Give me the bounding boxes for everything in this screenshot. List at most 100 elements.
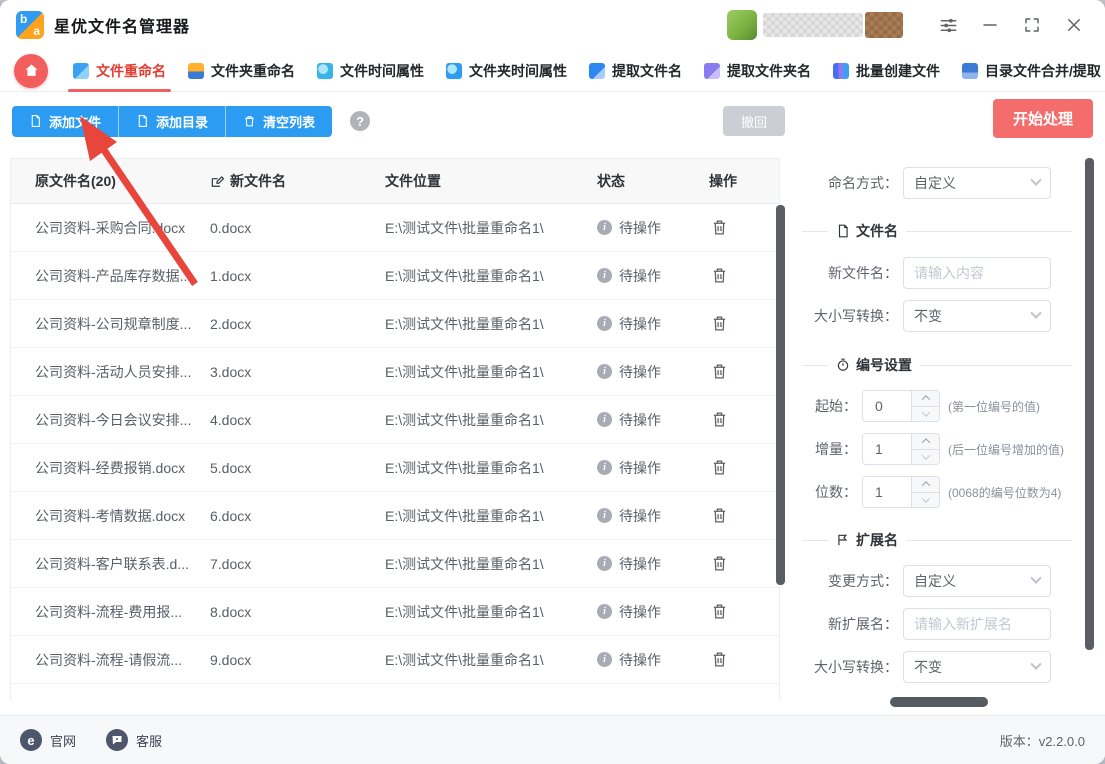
flag-icon bbox=[838, 534, 848, 546]
support-link[interactable]: 客服 bbox=[106, 729, 162, 751]
increment-input[interactable] bbox=[863, 434, 911, 464]
delete-row-button[interactable] bbox=[709, 697, 730, 700]
ext-case-select[interactable]: 不变 bbox=[903, 651, 1051, 683]
trash-icon bbox=[713, 652, 726, 667]
spinner-down-button[interactable] bbox=[912, 448, 939, 465]
cell-original-name: 公司资料-产品库存数据... bbox=[35, 267, 192, 284]
delete-row-button[interactable] bbox=[709, 409, 730, 430]
delete-row-button[interactable] bbox=[709, 361, 730, 382]
cell-status: i 待操作 bbox=[597, 314, 709, 334]
cell-location: E:\测试文件\批量重命名1\ bbox=[385, 315, 544, 332]
logo-letter-b: b bbox=[20, 12, 28, 26]
tab-batch-create[interactable]: 批量创建文件 bbox=[822, 50, 951, 92]
spinner-down-button[interactable] bbox=[912, 491, 939, 508]
close-button[interactable] bbox=[1059, 10, 1089, 40]
spinner-up-button[interactable] bbox=[912, 477, 939, 492]
info-icon: i bbox=[597, 316, 612, 331]
settings-sliders-icon[interactable] bbox=[933, 10, 963, 40]
table-row: 公司资料-流程-费用报... 8.docx E:\测试文件\批量重命名1\ i待… bbox=[11, 588, 779, 636]
info-icon: i bbox=[597, 604, 612, 619]
delete-row-button[interactable] bbox=[709, 313, 730, 334]
cell-original-name: 公司资料-考情数据.docx bbox=[35, 507, 186, 524]
tab-folder-rename[interactable]: 文件夹重命名 bbox=[177, 50, 306, 92]
ext-mode-label: 变更方式： bbox=[828, 573, 898, 589]
ext-mode-select[interactable]: 自定义 bbox=[903, 565, 1051, 597]
digits-hint: (0068的编号位数为4) bbox=[948, 485, 1062, 500]
extract-filename-icon bbox=[589, 62, 605, 79]
digits-input[interactable] bbox=[863, 477, 911, 507]
table-header: 原文件名(20) 新文件名 文件位置 状态 操作 bbox=[11, 159, 779, 204]
cell-new-name: 2.docx bbox=[210, 315, 252, 332]
spinner-up-button[interactable] bbox=[912, 391, 939, 406]
add-folder-button[interactable]: 添加目录 bbox=[119, 105, 227, 137]
cell-original-name: 公司资料-流程-请假流... bbox=[35, 651, 182, 668]
folder-rename-icon bbox=[188, 62, 204, 79]
new-ext-input[interactable] bbox=[903, 608, 1051, 640]
tabbar: 文件重命名 文件夹重命名 文件时间属性 文件夹时间属性 提取文件名 提取文件夹名… bbox=[0, 50, 1105, 92]
ext-mode-row: 变更方式： 自定义 bbox=[790, 565, 1051, 597]
official-site-link[interactable]: e 官网 bbox=[20, 729, 76, 751]
info-icon: i bbox=[597, 460, 612, 475]
tab-file-rename[interactable]: 文件重命名 bbox=[62, 50, 177, 92]
add-file-button[interactable]: 添加文件 bbox=[12, 105, 120, 137]
trash-icon bbox=[713, 460, 726, 475]
spinner-down-button[interactable] bbox=[912, 405, 939, 422]
trash-icon bbox=[713, 508, 726, 523]
trash-icon bbox=[245, 116, 254, 127]
clear-list-button[interactable]: 清空列表 bbox=[226, 105, 333, 137]
minimize-button[interactable] bbox=[975, 10, 1005, 40]
cell-new-name: 9.docx bbox=[210, 651, 252, 668]
filename-section-divider: 文件名 bbox=[802, 221, 1072, 241]
info-icon: i bbox=[597, 364, 612, 379]
naming-mode-row: 命名方式： 自定义 bbox=[790, 167, 1051, 199]
chevron-down-icon bbox=[1030, 307, 1042, 319]
titlebar: b a 星优文件名管理器 bbox=[0, 0, 1105, 50]
new-filename-input[interactable] bbox=[903, 257, 1051, 289]
new-ext-row: 新扩展名： bbox=[790, 608, 1051, 640]
app-window: b a 星优文件名管理器 文件重命名 文件夹重命名 文件时间属性 文件夹时间属性… bbox=[0, 0, 1105, 764]
naming-mode-select[interactable]: 自定义 bbox=[903, 167, 1051, 199]
tab-extract-foldername[interactable]: 提取文件夹名 bbox=[693, 50, 822, 92]
start-number-input[interactable] bbox=[863, 391, 911, 421]
maximize-button[interactable] bbox=[1017, 10, 1047, 40]
delete-row-button[interactable] bbox=[709, 505, 730, 526]
col-new-name: 新文件名 bbox=[210, 171, 385, 191]
cell-location: E:\测试文件\批量重命名1\ bbox=[385, 459, 544, 476]
delete-row-button[interactable] bbox=[709, 553, 730, 574]
info-icon: i bbox=[597, 652, 612, 667]
help-icon[interactable]: ? bbox=[350, 111, 371, 131]
delete-row-button[interactable] bbox=[709, 217, 730, 238]
case-convert-select[interactable]: 不变 bbox=[903, 300, 1051, 332]
start-processing-button[interactable]: 开始处理 bbox=[993, 99, 1093, 138]
table-scrollbar[interactable] bbox=[776, 205, 785, 585]
cell-new-name: 8.docx bbox=[210, 603, 252, 620]
trash-icon bbox=[713, 556, 726, 571]
cell-location: E:\测试文件\批量重命名1\ bbox=[385, 363, 544, 380]
footer: e 官网 客服 版本：v2.2.0.0 bbox=[0, 715, 1105, 764]
tab-file-time[interactable]: 文件时间属性 bbox=[306, 50, 435, 92]
home-button[interactable] bbox=[14, 53, 48, 88]
tab-label: 文件时间属性 bbox=[340, 62, 424, 79]
tab-merge-extract[interactable]: 目录文件合并/提取 bbox=[951, 50, 1105, 92]
redacted-username bbox=[763, 13, 863, 37]
file-rename-icon bbox=[73, 62, 89, 79]
delete-row-button[interactable] bbox=[709, 649, 730, 670]
cell-location: E:\测试文件\批量重命名1\ bbox=[385, 411, 544, 428]
user-avatar[interactable] bbox=[727, 10, 757, 40]
cell-original-name: 公司资料-活动人员安排... bbox=[35, 363, 192, 380]
increment-stepper bbox=[862, 433, 940, 465]
info-icon: i bbox=[597, 556, 612, 571]
delete-row-button[interactable] bbox=[709, 457, 730, 478]
start-number-label: 起始： bbox=[815, 398, 857, 414]
spinner-up-button[interactable] bbox=[912, 434, 939, 449]
tab-folder-time[interactable]: 文件夹时间属性 bbox=[435, 50, 578, 92]
col-location: 文件位置 bbox=[385, 173, 441, 189]
delete-row-button[interactable] bbox=[709, 601, 730, 622]
undo-button[interactable]: 撤回 bbox=[723, 106, 785, 136]
tab-extract-filename[interactable]: 提取文件名 bbox=[578, 50, 693, 92]
edit-icon bbox=[211, 176, 224, 187]
chevron-down-icon bbox=[1030, 174, 1042, 186]
delete-row-button[interactable] bbox=[709, 265, 730, 286]
panel-scrollbar[interactable] bbox=[1085, 158, 1094, 650]
panel-horizontal-scrollbar[interactable] bbox=[890, 697, 988, 707]
